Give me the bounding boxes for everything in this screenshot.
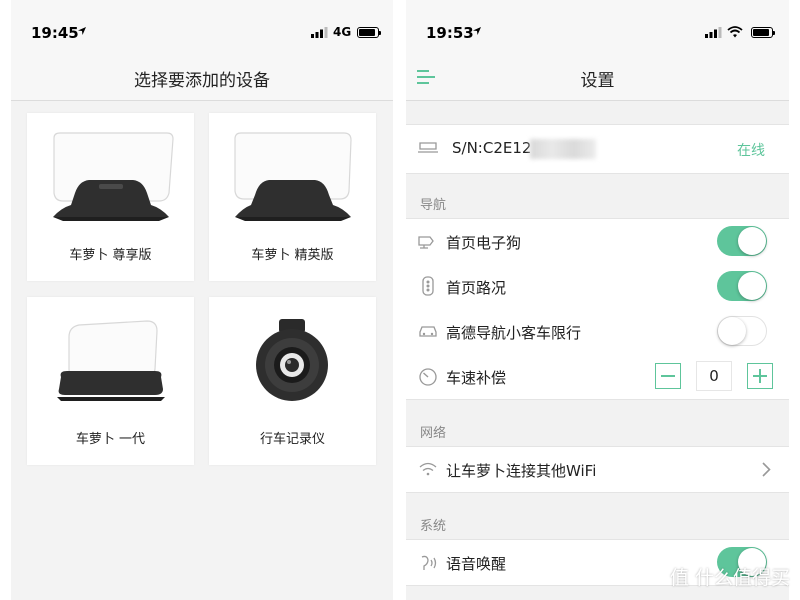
setting-row-wifi[interactable]: 让车萝卜连接其他WiFi [406,446,789,493]
setting-label: 让车萝卜连接其他WiFi [446,462,597,480]
status-bar: 19:53 [406,0,789,55]
device-label: 车萝卜 尊享版 [69,248,152,263]
watermark: 值 什么值得买 [669,567,790,589]
speedometer-icon [419,368,437,386]
chevron-right-icon [762,462,771,477]
hud-device-icon [57,320,165,401]
location-arrow-icon [473,27,481,35]
section-header-system: 系统 [420,519,447,534]
status-bar: 19:45 4G [11,0,393,55]
device-label: 车萝卜 精英版 [251,248,334,263]
device-label: 车萝卜 一代 [75,432,146,447]
cellular-signal-icon [311,27,328,38]
online-status: 在线 [737,143,765,159]
device-card-gen1[interactable]: 车萝卜 一代 [27,297,194,465]
location-arrow-icon [78,27,86,35]
device-card-dashcam[interactable]: 行车记录仪 [209,297,376,465]
status-time: 19:45 [31,24,79,42]
setting-label: 首页路况 [446,279,507,297]
battery-icon [357,27,381,38]
cellular-signal-icon [705,27,722,38]
dashcam-icon [256,319,328,401]
hud-device-icon [234,132,352,221]
wifi-icon [419,462,437,476]
device-card-elite[interactable]: 车萝卜 精英版 [209,113,376,281]
device-row[interactable]: S/N:C2E12 在线 [406,124,789,174]
setting-label: 首页电子狗 [446,234,522,252]
setting-row-limit: 高德导航小客车限行 [406,309,789,355]
nav-bar: 设置 [406,55,789,101]
setting-row-speed: 车速补偿 0 [406,354,789,400]
setting-label: 高德导航小客车限行 [446,324,582,342]
decrement-button[interactable] [655,363,681,389]
toggle-limit[interactable] [717,316,767,346]
redacted-serial [530,139,596,159]
setting-row-dog: 首页电子狗 [406,218,789,265]
toggle-traffic[interactable] [717,271,767,301]
setting-row-traffic: 首页路况 [406,264,789,310]
traffic-light-icon [422,276,434,296]
device-icon [418,142,438,153]
hud-device-icon [53,132,174,221]
toggle-dog[interactable] [717,226,767,256]
battery-icon [751,27,775,38]
page-title: 选择要添加的设备 [134,71,270,91]
page-title: 设置 [580,71,615,91]
status-time: 19:53 [426,24,474,42]
speed-value[interactable]: 0 [696,361,732,391]
wifi-icon [727,26,743,38]
increment-button[interactable] [747,363,773,389]
camera-alert-icon [418,236,434,249]
device-label: 行车记录仪 [259,432,325,447]
voice-wake-icon [421,555,437,570]
setting-label: 语音唤醒 [446,555,507,573]
device-serial: S/N:C2E12 [452,139,532,157]
section-header-nav: 导航 [420,198,447,213]
car-icon [419,326,437,337]
add-device-screen: 19:45 4G 选择要添加的设备 车萝卜 尊享版 车萝卜 精英版 车萝卜 一代… [11,0,393,600]
section-header-network: 网络 [420,426,447,441]
settings-screen: 19:53 设置 S/N:C2E12 在线 导航 首页电子狗 首页路况 高德导航… [406,0,789,600]
nav-bar: 选择要添加的设备 [11,55,393,101]
device-card-premium[interactable]: 车萝卜 尊享版 [27,113,194,281]
setting-label: 车速补偿 [446,369,507,387]
network-type: 4G [333,25,352,39]
